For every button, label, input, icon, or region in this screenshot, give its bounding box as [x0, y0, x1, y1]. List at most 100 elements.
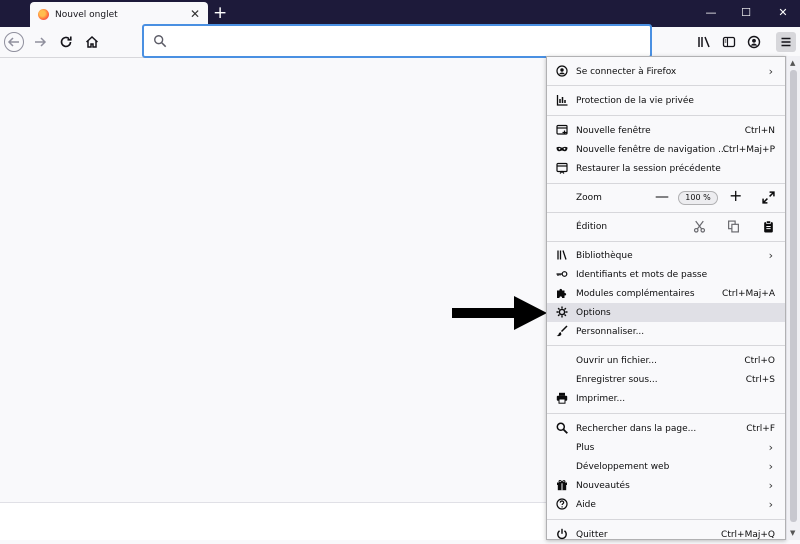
app-menu-panel: Se connecter à Firefox › Protection de l…	[546, 56, 786, 540]
menu-item-save-as[interactable]: Enregistrer sous... Ctrl+S	[547, 370, 785, 389]
new-tab-button[interactable]: +	[213, 3, 227, 23]
library-icon	[556, 249, 568, 261]
menu-separator	[547, 241, 785, 242]
menu-label: Plus	[576, 442, 595, 453]
menu-label: Rechercher dans la page...	[576, 423, 697, 434]
menu-separator	[547, 519, 785, 520]
menu-item-zoom: Zoom — 100 % +	[547, 188, 785, 207]
menu-label: Se connecter à Firefox	[576, 66, 677, 77]
power-icon	[556, 528, 568, 540]
menu-label: Nouvelle fenêtre de navigation ...	[576, 144, 727, 155]
menu-separator	[547, 413, 785, 414]
menu-label: Quitter	[576, 529, 608, 540]
menu-shortcut: Ctrl+O	[744, 355, 775, 366]
menu-item-new-window[interactable]: Nouvelle fenêtre Ctrl+N	[547, 121, 785, 140]
menu-shortcut: Ctrl+Maj+Q	[721, 529, 775, 540]
menu-item-options[interactable]: Options	[547, 303, 785, 322]
menu-item-customize[interactable]: Personnaliser...	[547, 322, 785, 341]
zoom-reset-button[interactable]: 100 %	[678, 191, 718, 205]
home-button[interactable]	[82, 32, 102, 52]
paintbrush-icon	[556, 325, 568, 337]
menu-label: Options	[576, 307, 611, 318]
menu-label: Zoom	[576, 192, 602, 203]
scrollbar-thumb[interactable]	[790, 70, 797, 522]
menu-item-help[interactable]: Aide ›	[547, 495, 785, 514]
menu-item-quit[interactable]: Quitter Ctrl+Maj+Q	[547, 525, 785, 544]
maximize-button[interactable]: ☐	[734, 3, 758, 23]
arrow-right-icon	[35, 37, 47, 47]
account-button[interactable]	[744, 32, 764, 52]
menu-shortcut: Ctrl+F	[746, 423, 775, 434]
close-window-button[interactable]: ✕	[771, 3, 795, 23]
tab-close-icon[interactable]: ✕	[190, 6, 200, 22]
menu-item-more[interactable]: Plus ›	[547, 438, 785, 457]
menu-item-library[interactable]: Bibliothèque ›	[547, 246, 785, 265]
chevron-right-icon: ›	[768, 441, 773, 454]
menu-label: Édition	[576, 221, 608, 232]
menu-item-sign-in[interactable]: Se connecter à Firefox ›	[547, 62, 785, 81]
bar-chart-icon	[556, 94, 568, 106]
menu-item-print[interactable]: Imprimer...	[547, 389, 785, 408]
menu-item-privacy-protection[interactable]: Protection de la vie privée	[547, 91, 785, 110]
firefox-favicon-icon	[38, 9, 49, 20]
menu-item-addons[interactable]: Modules complémentaires Ctrl+Maj+A	[547, 284, 785, 303]
reload-icon	[60, 36, 72, 48]
menu-label: Aide	[576, 499, 596, 510]
menu-scrollbar[interactable]: ▲ ▼	[786, 56, 800, 540]
menu-label: Développement web	[576, 461, 670, 472]
chevron-right-icon: ›	[768, 460, 773, 473]
fullscreen-icon[interactable]	[762, 191, 775, 204]
menu-item-open-file[interactable]: Ouvrir un fichier... Ctrl+O	[547, 351, 785, 370]
pointer-arrow-icon	[452, 296, 547, 330]
home-icon	[85, 35, 99, 48]
chevron-right-icon: ›	[768, 479, 773, 492]
menu-item-new-private-window[interactable]: Nouvelle fenêtre de navigation ... Ctrl+…	[547, 140, 785, 159]
menu-shortcut: Ctrl+Maj+A	[721, 288, 775, 299]
gift-icon	[556, 479, 568, 491]
tab-title: Nouvel onglet	[55, 9, 118, 20]
account-icon	[747, 35, 761, 49]
account-icon	[556, 65, 568, 77]
url-bar[interactable]	[142, 24, 652, 58]
cut-icon[interactable]	[693, 220, 706, 233]
menu-separator	[547, 212, 785, 213]
menu-item-web-developer[interactable]: Développement web ›	[547, 457, 785, 476]
menu-label: Imprimer...	[576, 393, 626, 404]
hamburger-menu-icon	[781, 37, 791, 47]
zoom-out-button[interactable]: —	[655, 190, 669, 204]
reload-button[interactable]	[56, 32, 76, 52]
search-icon	[556, 422, 568, 434]
menu-shortcut: Ctrl+Maj+P	[722, 144, 775, 155]
minimize-button[interactable]: —	[699, 3, 723, 23]
library-icon	[698, 36, 710, 48]
paste-icon[interactable]	[762, 220, 775, 233]
back-button[interactable]	[4, 32, 24, 52]
menu-separator	[547, 183, 785, 184]
scroll-up-icon[interactable]: ▲	[790, 59, 795, 67]
menu-separator	[547, 345, 785, 346]
menu-shortcut: Ctrl+S	[745, 374, 775, 385]
copy-icon[interactable]	[727, 220, 740, 233]
sidebar-button[interactable]	[719, 32, 739, 52]
menu-label: Protection de la vie privée	[576, 95, 694, 106]
sidebar-icon	[722, 36, 736, 48]
scroll-down-icon[interactable]: ▼	[790, 529, 795, 537]
menu-label: Personnaliser...	[576, 326, 645, 337]
menu-label: Bibliothèque	[576, 250, 633, 261]
key-icon	[556, 268, 568, 280]
forward-button[interactable]	[30, 32, 50, 52]
library-button[interactable]	[694, 32, 714, 52]
puzzle-icon	[556, 287, 568, 299]
title-bar: Nouvel onglet ✕ + — ☐ ✕	[0, 0, 800, 27]
arrow-left-icon	[7, 37, 19, 47]
menu-item-find-in-page[interactable]: Rechercher dans la page... Ctrl+F	[547, 419, 785, 438]
menu-item-logins-passwords[interactable]: Identifiants et mots de passe	[547, 265, 785, 284]
menu-label: Enregistrer sous...	[576, 374, 658, 385]
menu-item-whats-new[interactable]: Nouveautés ›	[547, 476, 785, 495]
menu-item-restore-session[interactable]: Restaurer la session précédente	[547, 159, 785, 178]
menu-shortcut: Ctrl+N	[744, 125, 775, 136]
menu-button[interactable]	[776, 32, 796, 52]
menu-label: Identifiants et mots de passe	[576, 269, 708, 280]
menu-label: Nouveautés	[576, 480, 630, 491]
zoom-in-button[interactable]: +	[729, 188, 742, 204]
